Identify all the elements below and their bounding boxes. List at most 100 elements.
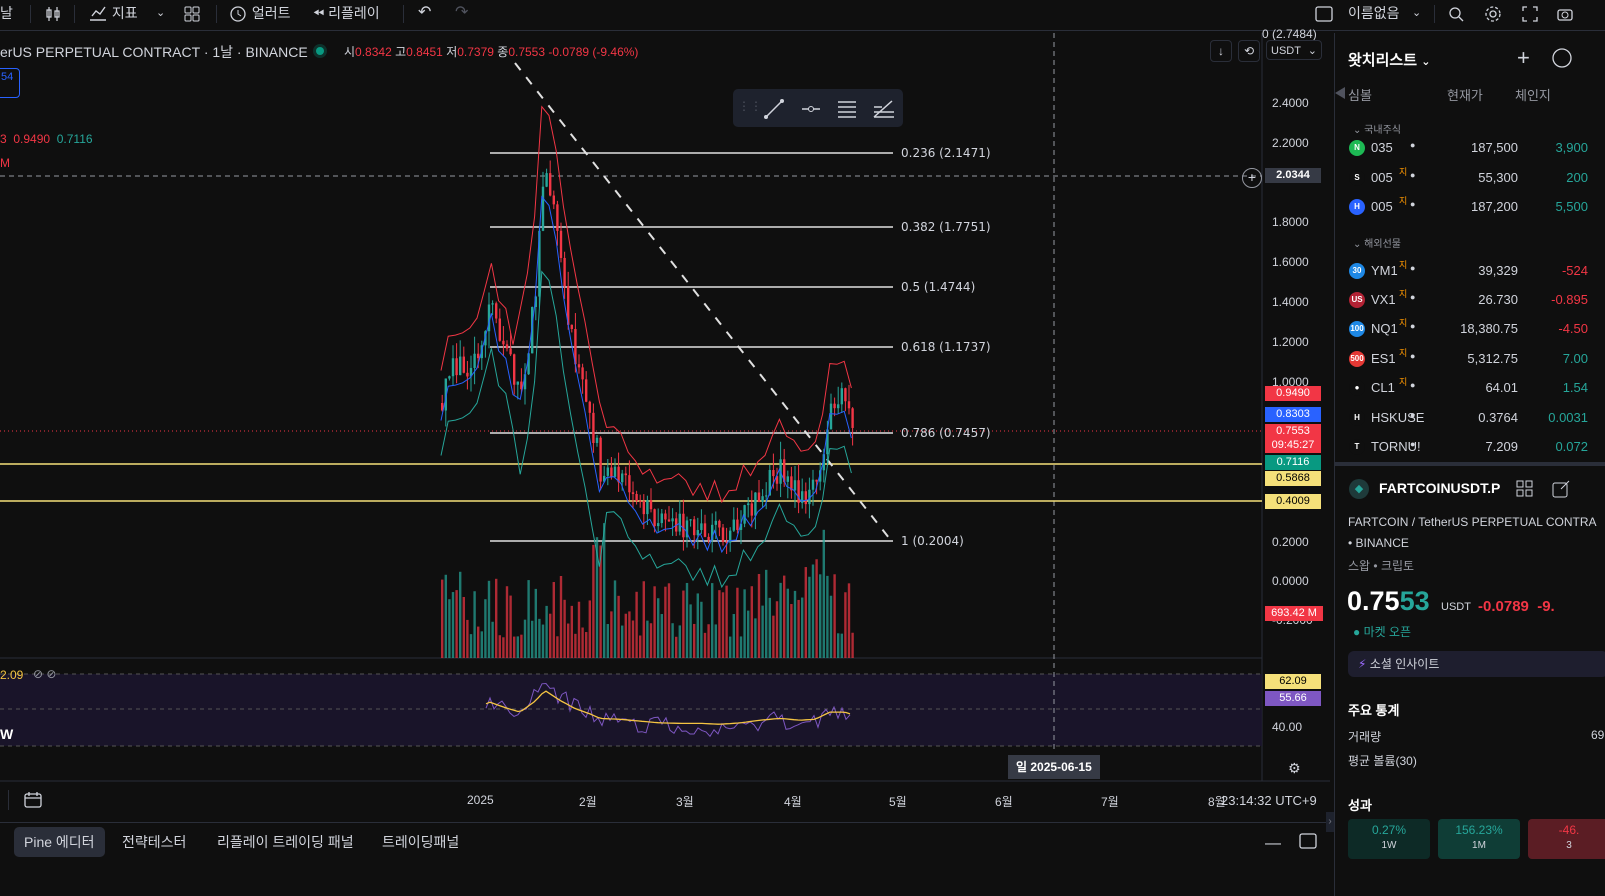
- high-label: 고: [395, 45, 407, 59]
- watchlist-row[interactable]: ● CL1 지 ● 64.01 1.54: [1335, 373, 1605, 402]
- tab-pine-editor[interactable]: Pine 에디터: [14, 827, 105, 857]
- detail-symbol[interactable]: FARTCOINUSDT.P: [1379, 480, 1500, 496]
- watchlist-row[interactable]: 30 YM1 지 ● 39,329 -524: [1335, 256, 1605, 285]
- price-axis-label: 1.8000: [1272, 215, 1309, 229]
- volume-bar: [826, 575, 829, 658]
- header-symbol[interactable]: 심볼: [1348, 85, 1372, 104]
- performance-tile[interactable]: 0.27% 1W: [1348, 819, 1430, 859]
- candle-body: [664, 513, 667, 520]
- edit-icon[interactable]: [1551, 479, 1571, 502]
- grid-icon[interactable]: [1515, 479, 1535, 502]
- drag-handle-icon[interactable]: ⋮⋮: [738, 99, 762, 113]
- volume-bar: [711, 583, 714, 658]
- camera-icon[interactable]: [1556, 0, 1574, 30]
- replay-button[interactable]: ⏪︎ 리플레이: [313, 0, 380, 30]
- volume-bar: [664, 586, 667, 658]
- volume-bar: [768, 597, 771, 658]
- watchlist-row[interactable]: S 005 지 ● 55,300 200: [1335, 163, 1605, 192]
- gear-icon[interactable]: [1484, 0, 1502, 30]
- tab-replay-trading-panel[interactable]: 리플레이 트레이딩 패널: [207, 827, 364, 857]
- maximize-icon[interactable]: [1298, 832, 1318, 853]
- layout-name-button[interactable]: 이름없음: [1348, 0, 1400, 30]
- advanced-view-icon[interactable]: [1551, 47, 1573, 72]
- crosshair-date-label: 일 2025-06-15: [1008, 755, 1100, 779]
- header-change[interactable]: 체인지: [1515, 85, 1551, 104]
- watchlist-row[interactable]: US VX1 지 ● 26.730 -0.895: [1335, 285, 1605, 314]
- key-stats-title: 주요 통계: [1348, 703, 1400, 718]
- tab-strategy-tester[interactable]: 전략테스터: [112, 827, 196, 857]
- sync-icon[interactable]: ⟲: [1238, 40, 1260, 62]
- symbol-title[interactable]: erUS PERPETUAL CONTRACT · 1날 · BINANCE: [0, 42, 308, 62]
- indicators-label: 지표: [111, 5, 138, 21]
- row-symbol: VX1: [1371, 292, 1396, 307]
- add-alert-icon[interactable]: +: [1242, 168, 1262, 188]
- rsi-price-box: 62.09: [1265, 674, 1321, 689]
- chevron-down-icon[interactable]: ⌄: [156, 0, 165, 30]
- watchlist-row[interactable]: H HSKUSE ● 0.3764 0.0031: [1335, 403, 1605, 432]
- volume-bar: [847, 583, 851, 658]
- market-status: ● 마켓 오픈: [1353, 625, 1412, 639]
- gear-icon[interactable]: ⚙: [1288, 760, 1301, 777]
- collapse-handle-icon[interactable]: ›: [1326, 812, 1334, 832]
- interval-button[interactable]: 날: [0, 0, 13, 30]
- currency-select[interactable]: USDT ⌄: [1266, 40, 1322, 60]
- clock[interactable]: 23:14:32 UTC+9: [1221, 793, 1317, 808]
- candle-body: [757, 492, 761, 502]
- performance-tile[interactable]: -46. 3: [1528, 819, 1605, 859]
- trend-line-tool-icon[interactable]: [763, 98, 785, 120]
- chevron-down-icon[interactable]: ⌄: [1412, 0, 1421, 30]
- watchlist-title[interactable]: 왓치리스트 ⌄: [1348, 49, 1430, 70]
- volume-bar: [635, 591, 638, 658]
- rsi-ma-price-box: 55.66: [1265, 691, 1321, 706]
- social-insight-button[interactable]: ⚡ 소셜 인사이트: [1348, 651, 1605, 677]
- indicators-button[interactable]: 지표: [88, 0, 138, 30]
- chart-area[interactable]: 2.4000 2.2000 1.8000 1.6000 1.4000 1.2000 1.00…: [0, 27, 1330, 823]
- watchlist-row[interactable]: 100 NQ1 지 ● 18,380.75 -4.50: [1335, 314, 1605, 343]
- column-resize-icon[interactable]: [1335, 87, 1345, 99]
- price-chart[interactable]: [0, 33, 1330, 823]
- header-price[interactable]: 현재가: [1447, 85, 1483, 104]
- symbol-icon: ●: [1349, 380, 1365, 396]
- status-dot-icon: ●: [1410, 439, 1416, 449]
- minimize-icon[interactable]: —: [1265, 835, 1281, 853]
- social-label: 소셜 인사이트: [1369, 657, 1440, 671]
- volume-bar: [675, 636, 678, 658]
- redo-icon[interactable]: ↷: [455, 0, 468, 30]
- watchlist-row[interactable]: 500 ES1 지 ● 5,312.75 7.00: [1335, 344, 1605, 373]
- watchlist-row[interactable]: T TORNU! ● 7.209 0.072: [1335, 432, 1605, 461]
- section-overseas[interactable]: ⌄ 해외선물: [1353, 235, 1401, 250]
- volume-bar: [772, 615, 775, 658]
- watchlist-row[interactable]: N 035 ● 187,500 3,900: [1335, 133, 1605, 162]
- fib-tool-icon[interactable]: [836, 98, 858, 120]
- add-symbol-icon[interactable]: +: [1517, 45, 1530, 71]
- horizontal-ray-tool-icon[interactable]: [800, 98, 822, 120]
- detail-price: 0.7553: [1347, 586, 1430, 617]
- candle-body: [581, 367, 584, 380]
- layout-icon[interactable]: [1314, 0, 1334, 30]
- candle-body: [642, 500, 645, 515]
- alert-button[interactable]: 얼러트: [228, 0, 291, 30]
- volume-bar: [725, 585, 728, 658]
- symbol-icon: N: [1349, 140, 1365, 156]
- fullscreen-icon[interactable]: [1521, 0, 1539, 30]
- tab-trading-panel[interactable]: 트레이딩패널: [372, 827, 469, 857]
- pitchfork-tool-icon[interactable]: [872, 98, 896, 120]
- indicator-badge[interactable]: 54: [0, 68, 20, 98]
- volume-bar: [624, 613, 627, 658]
- symbol-icon: 500: [1349, 351, 1365, 367]
- candle-type-icon[interactable]: [44, 0, 62, 30]
- undo-icon[interactable]: ↶: [418, 0, 431, 30]
- calendar-icon[interactable]: [23, 790, 43, 815]
- watchlist-row[interactable]: H 005 지 ● 187,200 5,500: [1335, 192, 1605, 221]
- download-icon[interactable]: ↓: [1210, 40, 1232, 62]
- volume-bar: [592, 544, 595, 658]
- volume-bar: [459, 571, 462, 658]
- volume-bar: [574, 633, 577, 658]
- layouts-icon[interactable]: [183, 0, 201, 30]
- candle-body: [660, 513, 663, 524]
- volume-bar: [750, 586, 753, 658]
- hide-icon[interactable]: ⊘ ⊘: [33, 667, 56, 681]
- performance-tile[interactable]: 156.23% 1M: [1438, 819, 1520, 859]
- time-axis-label: 7월: [1101, 795, 1119, 809]
- quick-search-icon[interactable]: [1447, 0, 1465, 30]
